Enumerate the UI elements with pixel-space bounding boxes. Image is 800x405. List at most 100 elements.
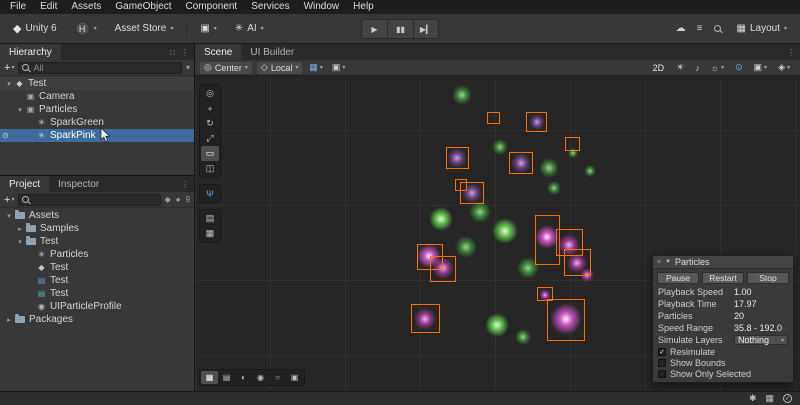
package-grid-icon[interactable]: ▦ — [765, 393, 774, 404]
panel-menu-icon[interactable]: ⋮ — [787, 48, 795, 57]
tree-row-test[interactable]: ▾ Test — [0, 235, 194, 248]
drag-handle-icon[interactable]: ≡ — [657, 259, 661, 266]
menu-item-window[interactable]: Window — [297, 0, 347, 14]
tab-ui-builder[interactable]: UI Builder — [241, 44, 303, 60]
cloud-icon[interactable]: ☁ — [676, 23, 686, 34]
checkbox-unchecked-icon[interactable] — [658, 369, 666, 378]
search-by-type-icon[interactable]: ◆ — [165, 195, 171, 204]
toggle-2d-button[interactable]: 2D — [650, 63, 668, 73]
tab-inspector[interactable]: Inspector — [49, 176, 108, 192]
tab-scene[interactable]: Scene — [195, 44, 242, 60]
lock-icon[interactable]: □ — [170, 48, 175, 57]
stop-button[interactable]: Stop — [747, 272, 789, 284]
tree-row-uiparticleprofile[interactable]: ◉ UIParticleProfile — [0, 300, 194, 313]
step-button[interactable]: ▶▎ — [413, 19, 439, 39]
foldout-down-icon[interactable]: ▼ — [665, 259, 671, 265]
grid-b-tool-icon[interactable]: ▦ — [201, 226, 219, 241]
tree-row-test[interactable]: ◆ Test — [0, 261, 194, 274]
tree-row-test[interactable]: ▾ ◆ Test — [0, 77, 194, 90]
menu-item-file[interactable]: File — [3, 0, 33, 14]
move-tool-icon[interactable]: + — [201, 101, 219, 116]
restart-button[interactable]: Restart — [702, 272, 744, 284]
visibility-icon[interactable]: ⊙ — [733, 62, 745, 73]
layers-icon[interactable]: ▤ — [218, 371, 235, 384]
search-by-label-icon[interactable]: ● — [176, 195, 181, 204]
layers-icon[interactable]: ≡ — [697, 23, 703, 34]
menu-item-gameobject[interactable]: GameObject — [108, 0, 178, 14]
pause-button[interactable]: ▮▮ — [387, 19, 413, 39]
shading-icon[interactable]: ◐ — [235, 371, 252, 384]
tree-row-test[interactable]: ▤ Test — [0, 287, 194, 300]
hierarchy-search-input[interactable]: All — [18, 61, 182, 74]
foldout-down-icon[interactable]: ▾ — [4, 212, 14, 220]
project-search-input[interactable] — [18, 193, 161, 206]
tree-row-test[interactable]: ▤ Test — [0, 274, 194, 287]
search-icon[interactable] — [713, 25, 721, 32]
simulate-layers-dropdown[interactable]: Nothing ▾ — [734, 335, 788, 345]
ai-button[interactable]: ✳ AI ▾ — [230, 19, 269, 39]
grid-a-tool-icon[interactable]: ▤ — [201, 211, 219, 226]
grid-icon[interactable]: ▦ — [201, 371, 218, 384]
visibility-eye-icon[interactable]: ⊙ — [2, 131, 9, 140]
tab-project[interactable]: Project — [0, 176, 50, 192]
camera-preview-icon[interactable]: ▣ ▾ — [752, 62, 770, 73]
gizmos-icon[interactable]: ◈ ▾ — [776, 62, 792, 73]
tree-row-assets[interactable]: ▾ Assets — [0, 209, 194, 222]
tab-hierarchy[interactable]: Hierarchy — [0, 44, 61, 60]
unity-version-button[interactable]: ◆ Unity 6 — [8, 19, 62, 39]
foldout-right-icon[interactable]: ▸ — [15, 225, 25, 233]
scale-tool-icon[interactable]: ⤢ — [201, 131, 219, 146]
toggle-show-only-selected[interactable]: Show Only Selected — [653, 368, 793, 379]
panel-menu-icon[interactable]: ⋮ — [181, 48, 189, 57]
project-add-button[interactable]: + ▾ — [4, 194, 14, 206]
play-button[interactable]: ▶ — [361, 19, 387, 39]
menu-item-help[interactable]: Help — [346, 0, 381, 14]
snap-settings-dropdown[interactable]: ▣ ▾ — [330, 62, 348, 73]
foldout-down-icon[interactable]: ▾ — [15, 238, 25, 246]
particle-edit-tool-icon[interactable]: Ψ — [201, 186, 219, 201]
account-button[interactable]: H ▾ — [70, 19, 102, 39]
transform-tool-icon[interactable]: ◫ — [201, 161, 219, 176]
activity-check-icon[interactable]: ✓ — [783, 394, 792, 403]
menu-item-edit[interactable]: Edit — [33, 0, 64, 14]
tree-row-camera[interactable]: ▣ Camera — [0, 90, 194, 103]
rect-tool-icon[interactable]: ▭ — [201, 146, 219, 161]
foldout-down-icon[interactable]: ▾ — [4, 80, 14, 88]
menu-item-assets[interactable]: Assets — [64, 0, 108, 14]
hierarchy-add-button[interactable]: + ▾ — [4, 62, 14, 74]
layout-dropdown[interactable]: ▦ Layout ▾ — [732, 19, 793, 39]
sphere-icon[interactable]: ◉ — [252, 371, 269, 384]
tree-row-sparkpink[interactable]: ✳ SparkPink ⊙ — [0, 129, 194, 142]
toggle-resimulate[interactable]: ✓ Resimulate — [653, 346, 793, 357]
asset-store-button[interactable]: Asset Store ▾ — [110, 19, 179, 39]
handle-space-dropdown[interactable]: ◇ Local ▾ — [256, 61, 303, 74]
foldout-right-icon[interactable]: ▸ — [4, 316, 14, 324]
tree-row-packages[interactable]: ▸ Packages — [0, 313, 194, 326]
foldout-down-icon[interactable]: ▾ — [15, 106, 25, 114]
lighting-icon[interactable]: ☀ — [674, 62, 686, 73]
panel-menu-icon[interactable]: ⋮ — [181, 180, 189, 189]
grid-visibility-dropdown[interactable]: ▦ ▾ — [307, 62, 325, 73]
checkbox-unchecked-icon[interactable] — [658, 358, 666, 367]
scene-canvas[interactable]: ◎ + ↻ ⤢ ▭ ◫ Ψ ▤ ▦ ▦ ▤ ◐ ◉ ○ ▣ ≡ ▼ Particles Pause Rest… — [195, 76, 800, 391]
rotate-tool-icon[interactable]: ↻ — [201, 116, 219, 131]
import-package-button[interactable]: ▣ ▾ — [195, 19, 221, 39]
pivot-dropdown[interactable]: ◎ Center ▾ — [200, 61, 252, 74]
filter-icon[interactable]: ▾ — [186, 63, 190, 72]
zoom-icon[interactable]: ○ — [269, 371, 286, 384]
pause-button[interactable]: Pause — [657, 272, 699, 284]
menu-item-services[interactable]: Services — [244, 0, 296, 14]
toggle-show-bounds[interactable]: Show Bounds — [653, 357, 793, 368]
particles-panel-header[interactable]: ≡ ▼ Particles — [653, 256, 793, 269]
tree-row-samples[interactable]: ▸ Samples — [0, 222, 194, 235]
effects-icon[interactable]: ☼ ▾ — [709, 63, 726, 73]
tree-row-sparkgreen[interactable]: ✳ SparkGreen — [0, 116, 194, 129]
view-tool-icon[interactable]: ◎ — [201, 86, 219, 101]
checkbox-checked-icon[interactable]: ✓ — [658, 347, 666, 356]
debug-icon[interactable]: ✱ — [749, 393, 757, 404]
tree-row-particles[interactable]: ▾ ▣ Particles — [0, 103, 194, 116]
audio-icon[interactable]: ♪ — [693, 63, 702, 73]
menu-item-component[interactable]: Component — [179, 0, 245, 14]
tree-row-particles[interactable]: ✳ Particles — [0, 248, 194, 261]
camera-icon[interactable]: ▣ — [286, 371, 303, 384]
